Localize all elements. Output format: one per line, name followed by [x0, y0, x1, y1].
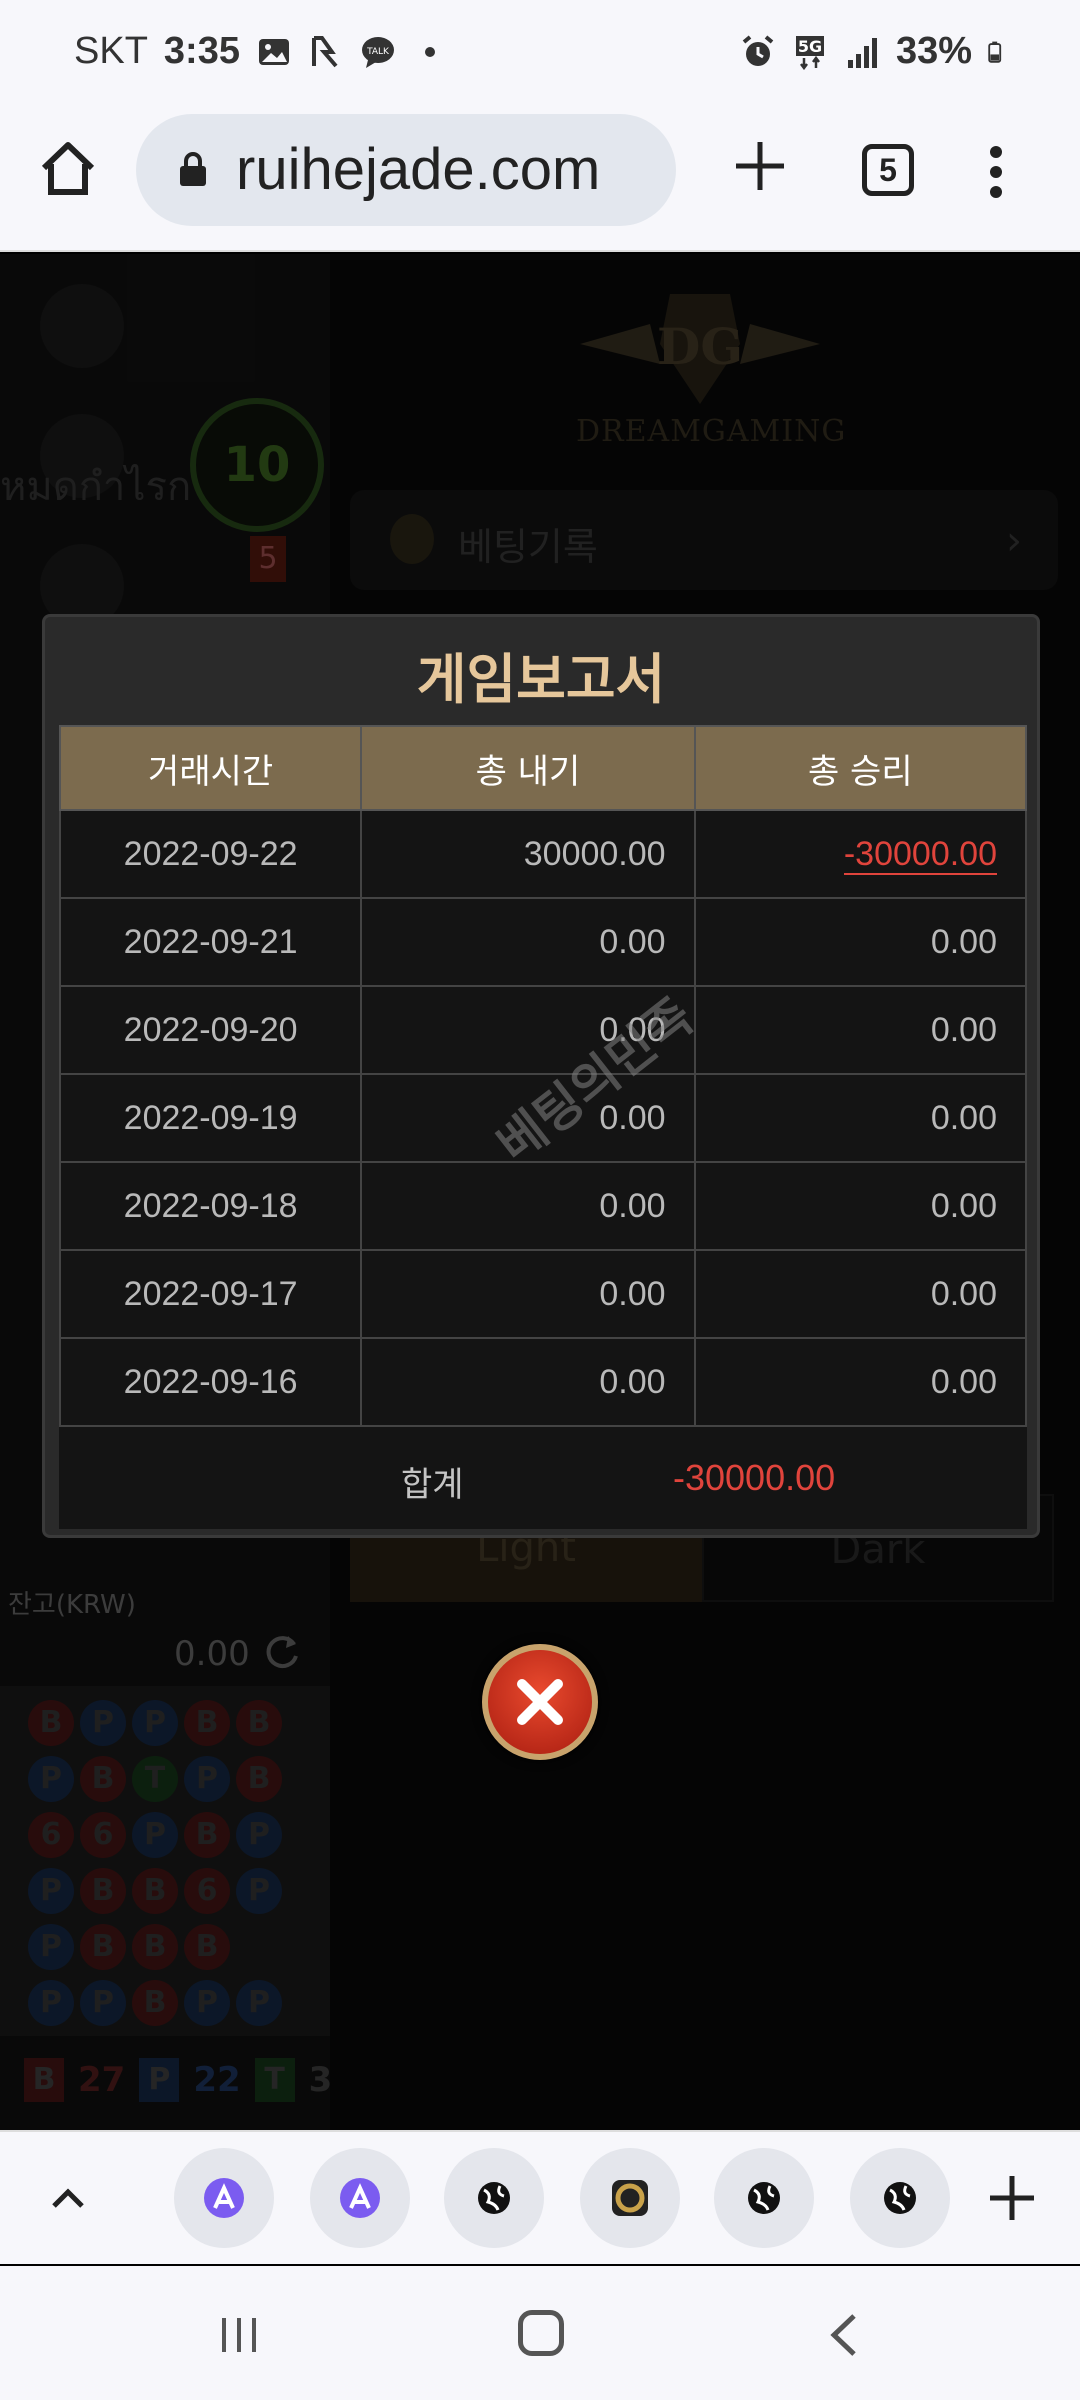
talk-icon: TALK	[361, 36, 394, 68]
tab-thumb[interactable]	[174, 2148, 274, 2248]
globe-icon	[478, 2182, 510, 2214]
row-bet: 0.00	[360, 1249, 696, 1339]
gallery-icon	[258, 38, 289, 65]
battery-icon	[988, 41, 1002, 63]
recents-icon[interactable]	[218, 2314, 260, 2356]
row-win: 0.00	[693, 897, 1028, 987]
row-date: 2022-09-17	[58, 1249, 363, 1339]
app-a-icon	[340, 2178, 380, 2218]
lock-icon	[180, 152, 206, 186]
alarm-icon	[742, 34, 774, 66]
close-button[interactable]	[482, 1644, 598, 1760]
table-row: 2022-09-22 30000.00 -30000.00	[58, 809, 1028, 899]
column-header-date: 거래시간	[58, 725, 363, 811]
status-bar: SKT 3:35 TALK 5G 33%	[0, 0, 1080, 108]
row-bet: 0.00	[360, 1161, 696, 1251]
tab-thumb[interactable]	[310, 2148, 410, 2248]
globe-icon	[884, 2182, 916, 2214]
browser-toolbar: ruihejade.com 5	[0, 108, 1080, 252]
chevron-up-icon[interactable]	[46, 2176, 90, 2220]
home-icon[interactable]	[38, 138, 98, 198]
more-menu-icon[interactable]	[988, 144, 1004, 200]
row-date: 2022-09-22	[58, 809, 363, 899]
table-row: 2022-09-20 0.00 0.00	[58, 985, 1028, 1075]
tab-strip	[0, 2130, 1080, 2264]
tab-thumb[interactable]	[580, 2148, 680, 2248]
row-win: 0.00	[693, 985, 1028, 1075]
address-bar[interactable]: ruihejade.com	[136, 114, 676, 226]
row-date: 2022-09-19	[58, 1073, 363, 1163]
app-a-icon	[204, 2178, 244, 2218]
row-date: 2022-09-20	[58, 985, 363, 1075]
total-value: -30000.00	[673, 1457, 836, 1498]
signal-icon	[847, 37, 877, 68]
carrier-label: SKT	[74, 30, 148, 72]
table-row: 2022-09-18 0.00 0.00	[58, 1161, 1028, 1251]
5g-icon: 5G	[795, 35, 824, 70]
tab-thumb[interactable]	[714, 2148, 814, 2248]
dot-icon	[424, 46, 435, 57]
battery-percent: 33%	[895, 30, 972, 72]
url-text: ruihejade.com	[236, 137, 601, 202]
home-nav-button[interactable]	[518, 2310, 564, 2356]
dialog-title: 게임보고서	[416, 648, 666, 711]
status-right: 5G 33%	[740, 30, 1010, 73]
row-win: 0.00	[693, 1073, 1028, 1163]
table-header-row: 거래시간 총 내기 총 승리	[58, 725, 1028, 811]
svg-text:5G: 5G	[798, 37, 822, 56]
column-header-win: 총 승리	[693, 725, 1028, 811]
row-bet: 30000.00	[360, 809, 696, 899]
table-row: 2022-09-21 0.00 0.00	[58, 897, 1028, 987]
row-win[interactable]: -30000.00	[843, 834, 997, 875]
dragon-icon	[612, 2180, 648, 2216]
row-bet: 0.00	[360, 1337, 696, 1427]
add-tab-icon[interactable]	[984, 2170, 1040, 2226]
row-win: 0.00	[693, 1337, 1028, 1427]
tab-thumb[interactable]	[850, 2148, 950, 2248]
total-row: 합계 -30000.00	[59, 1427, 1027, 1529]
back-nav-icon[interactable]	[826, 2312, 860, 2358]
clock: 3:35	[163, 30, 240, 72]
row-win: 0.00	[693, 1249, 1028, 1339]
row-win: 0.00	[693, 1161, 1028, 1251]
total-label: 합계	[401, 1465, 464, 1505]
row-date: 2022-09-21	[58, 897, 363, 987]
tab-thumb[interactable]	[444, 2148, 544, 2248]
row-bet: 0.00	[360, 897, 696, 987]
globe-icon	[748, 2182, 780, 2214]
new-tab-icon[interactable]	[730, 136, 790, 196]
row-win-link[interactable]: -30000.00	[693, 809, 1028, 899]
svg-text:TALK: TALK	[366, 47, 390, 57]
tab-switcher-button[interactable]: 5	[862, 144, 914, 196]
no-charge-icon	[311, 35, 338, 67]
row-date: 2022-09-16	[58, 1337, 363, 1427]
column-header-bet: 총 내기	[360, 725, 696, 811]
table-row: 2022-09-16 0.00 0.00	[58, 1337, 1028, 1427]
table-row: 2022-09-17 0.00 0.00	[58, 1249, 1028, 1339]
status-left: SKT 3:35 TALK	[74, 30, 448, 73]
close-icon	[517, 1679, 563, 1725]
row-date: 2022-09-18	[58, 1161, 363, 1251]
system-nav-bar	[0, 2266, 1080, 2400]
